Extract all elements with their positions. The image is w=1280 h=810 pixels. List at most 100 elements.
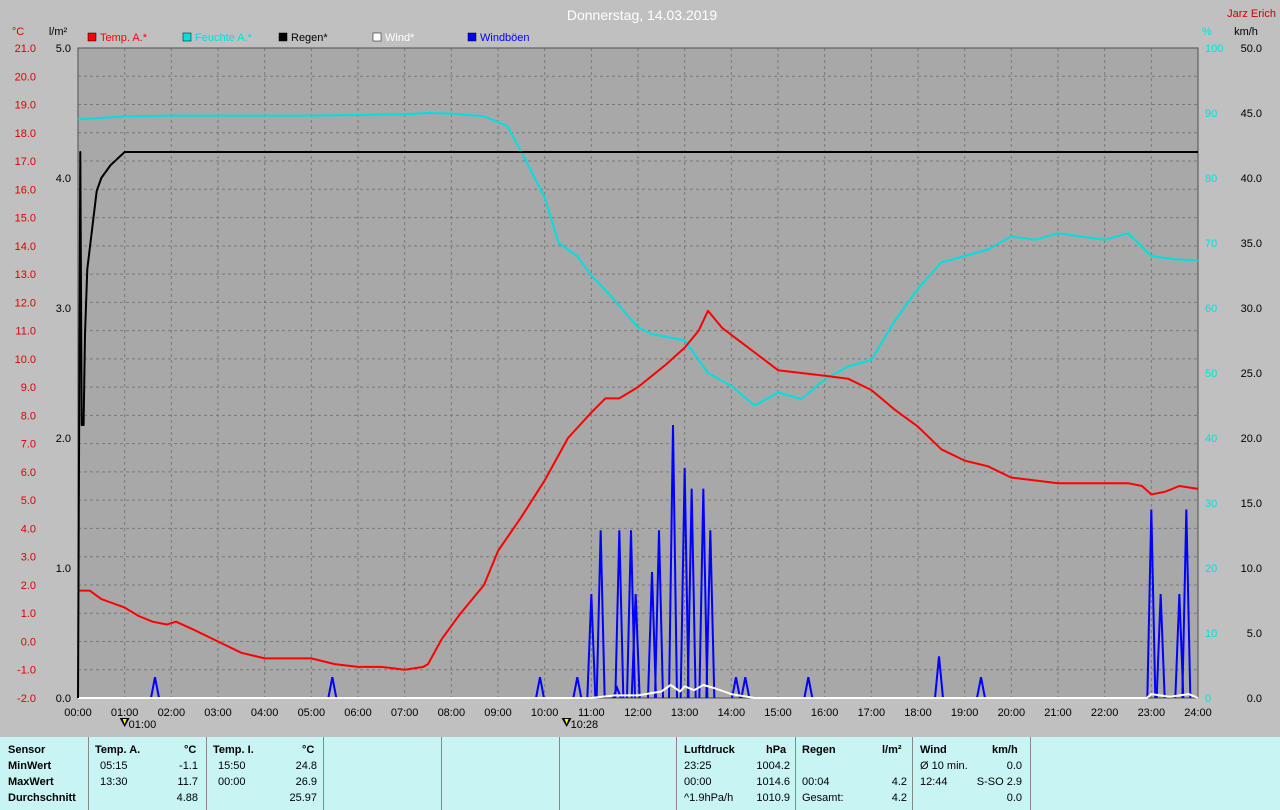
summary-ti-time: 15:50 xyxy=(218,760,246,772)
rain-unit-label: l/m² xyxy=(49,26,68,38)
rain-tick-label: 0.0 xyxy=(56,693,71,705)
temp-tick-label: 8.0 xyxy=(21,410,36,422)
summary-ta-time: 13:30 xyxy=(100,776,128,788)
humidity-unit-label: % xyxy=(1202,26,1212,38)
rain-tick-label: 4.0 xyxy=(56,173,71,185)
wind-tick-label: 40.0 xyxy=(1241,173,1262,185)
temp-tick-label: 5.0 xyxy=(21,495,36,507)
temp-tick-label: 10.0 xyxy=(15,354,36,366)
time-tick-label: 13:00 xyxy=(671,707,699,719)
time-tick-label: 07:00 xyxy=(391,707,419,719)
time-tick-label: 04:00 xyxy=(251,707,279,719)
time-tick-label: 21:00 xyxy=(1044,707,1072,719)
time-tick-label: 22:00 xyxy=(1091,707,1119,719)
summary-p-val: 1010.9 xyxy=(756,792,790,804)
temp-tick-label: 18.0 xyxy=(15,128,36,140)
time-tick-label: 23:00 xyxy=(1138,707,1166,719)
humidity-tick-label: 80 xyxy=(1205,173,1217,185)
humidity-tick-label: 50 xyxy=(1205,368,1217,380)
time-tick-label: 11:00 xyxy=(578,707,605,719)
wind-tick-label: 35.0 xyxy=(1241,238,1262,250)
summary-label: Durchschnitt xyxy=(8,792,76,804)
summary-w-val: S-SO 2.9 xyxy=(976,776,1022,788)
legend-label: Wind* xyxy=(385,32,415,44)
summary-ti-time: 00:00 xyxy=(218,776,246,788)
temp-tick-label: 19.0 xyxy=(15,100,36,112)
temp-tick-label: 3.0 xyxy=(21,552,36,564)
header-temp-i: Temp. I. xyxy=(213,744,254,756)
station-label: Jarz Erich xyxy=(1227,8,1276,20)
wind-tick-label: 15.0 xyxy=(1241,498,1262,510)
humidity-tick-label: 10 xyxy=(1205,628,1217,640)
legend-swatch xyxy=(467,32,477,42)
legend-label: Regen* xyxy=(291,32,328,44)
legend-swatch xyxy=(278,32,288,42)
temp-tick-label: 13.0 xyxy=(15,269,36,281)
legend-swatch xyxy=(372,32,382,42)
summary-p-val: 1014.6 xyxy=(756,776,790,788)
time-tick-label: 16:00 xyxy=(811,707,839,719)
wind-tick-label: 10.0 xyxy=(1241,563,1262,575)
wind-tick-label: 0.0 xyxy=(1247,693,1262,705)
time-tick-label: 08:00 xyxy=(438,707,466,719)
summary-p-time: 00:00 xyxy=(684,776,712,788)
time-tick-label: 06:00 xyxy=(344,707,372,719)
chart-title: Donnerstag, 14.03.2019 xyxy=(567,7,717,23)
summary-w-time: 12:44 xyxy=(920,776,948,788)
wind-tick-label: 20.0 xyxy=(1241,433,1262,445)
summary-panel: Sensor Temp. A. °C Temp. I. °C Luftdruck… xyxy=(0,737,1280,810)
humidity-tick-label: 0 xyxy=(1205,693,1211,705)
wind-tick-label: 25.0 xyxy=(1241,368,1262,380)
rain-tick-label: 3.0 xyxy=(56,303,71,315)
summary-p-val: 1004.2 xyxy=(756,760,790,772)
time-tick-label: 10:00 xyxy=(531,707,559,719)
header-wind: Wind xyxy=(920,744,947,756)
time-tick-label: 14:00 xyxy=(718,707,746,719)
humidity-tick-label: 40 xyxy=(1205,433,1217,445)
header-rain-unit: l/m² xyxy=(882,744,902,756)
wind-tick-label: 50.0 xyxy=(1241,43,1262,55)
summary-ta-val: 11.7 xyxy=(177,776,198,788)
rain-tick-label: 1.0 xyxy=(56,563,71,575)
time-tick-label: 05:00 xyxy=(298,707,326,719)
temp-tick-label: 14.0 xyxy=(15,241,36,253)
header-wind-unit: km/h xyxy=(992,744,1018,756)
time-tick-label: 18:00 xyxy=(904,707,932,719)
temp-tick-label: 20.0 xyxy=(15,71,36,83)
summary-w-time: Ø 10 min. xyxy=(920,760,968,772)
legend-label: Windböen xyxy=(480,32,530,44)
time-tick-label: 20:00 xyxy=(998,707,1026,719)
summary-ti-val: 24.8 xyxy=(295,760,317,772)
temp-tick-label: -2.0 xyxy=(17,693,36,705)
legend-swatch xyxy=(87,32,97,42)
summary-r-time: 00:04 xyxy=(802,776,830,788)
temp-tick-label: 7.0 xyxy=(21,439,36,451)
summary-ta-val: -1.1 xyxy=(179,760,198,772)
summary-ti-val: 25.97 xyxy=(289,792,317,804)
temp-tick-label: 17.0 xyxy=(15,156,36,168)
time-tick-label: 12:00 xyxy=(624,707,652,719)
time-tick-label: 17:00 xyxy=(858,707,886,719)
legend-label: Temp. A.* xyxy=(100,32,148,44)
temp-tick-label: 1.0 xyxy=(21,608,36,620)
header-temp-a: Temp. A. xyxy=(95,744,141,756)
time-tick-label: 00:00 xyxy=(64,707,92,719)
temp-tick-label: 16.0 xyxy=(15,184,36,196)
time-tick-label: 19:00 xyxy=(951,707,979,719)
wind-tick-label: 45.0 xyxy=(1241,108,1262,120)
summary-ta-time: 05:15 xyxy=(100,760,128,772)
temp-tick-label: 4.0 xyxy=(21,523,36,535)
rain-tick-label: 5.0 xyxy=(56,43,71,55)
time-marker-label: 10:28 xyxy=(571,719,599,731)
summary-label: MinWert xyxy=(8,760,52,772)
summary-r-val: 4.2 xyxy=(891,792,907,804)
summary-ta-val: 4.88 xyxy=(176,792,198,804)
time-tick-label: 24:00 xyxy=(1184,707,1212,719)
time-tick-label: 01:00 xyxy=(111,707,139,719)
summary-p-time: 23:25 xyxy=(684,760,712,772)
temp-tick-label: 9.0 xyxy=(21,382,36,394)
summary-r-time: Gesamt: xyxy=(802,792,844,804)
humidity-tick-label: 60 xyxy=(1205,303,1217,315)
summary-label: MaxWert xyxy=(8,776,54,788)
header-pressure: Luftdruck xyxy=(684,744,735,756)
